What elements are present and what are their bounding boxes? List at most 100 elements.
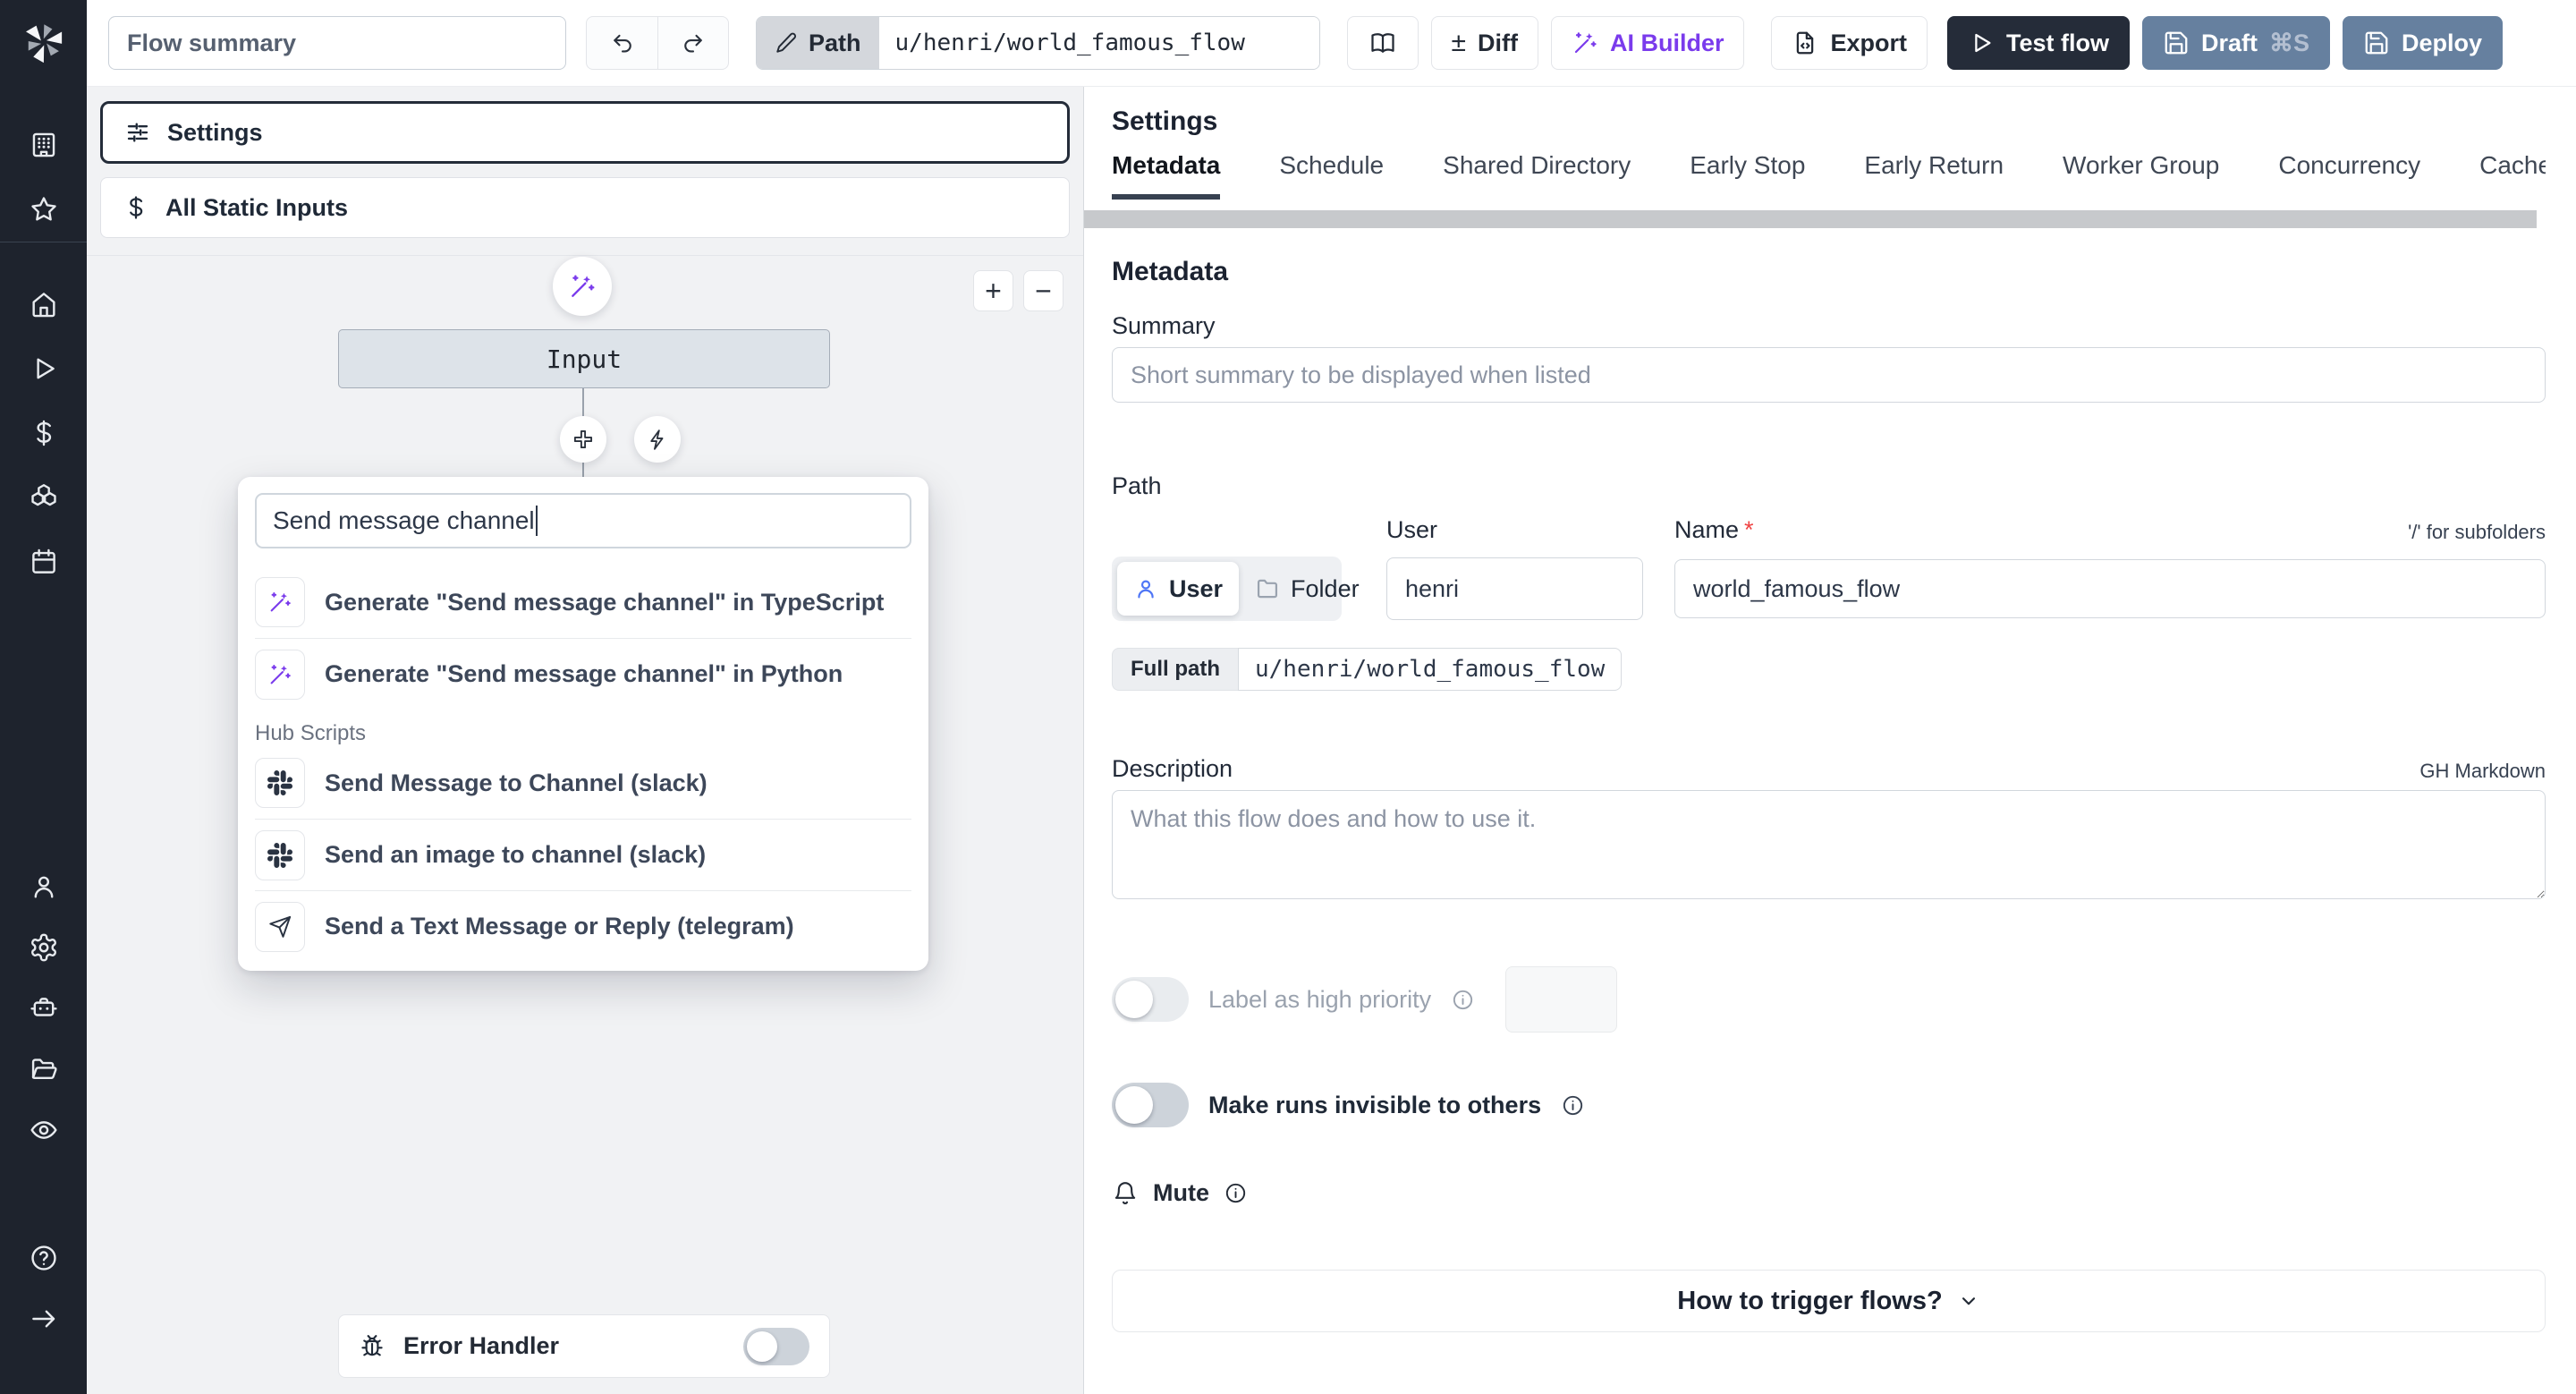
draft-button[interactable]: Draft ⌘S <box>2142 16 2331 70</box>
sidebar-item-help[interactable] <box>0 1228 87 1288</box>
flow-settings-button[interactable]: Settings <box>100 101 1070 164</box>
workers-icon <box>29 993 59 1024</box>
export-button[interactable]: Export <box>1771 16 1928 70</box>
plus-cross-icon <box>571 427 596 452</box>
step-search-input[interactable]: Send message channel <box>255 493 911 548</box>
flow-summary-input[interactable] <box>108 16 566 70</box>
path-section-label: Path <box>1112 472 1162 499</box>
sidebar-item-home[interactable] <box>0 272 87 336</box>
invisible-runs-label: Make runs invisible to others <box>1208 1091 1542 1118</box>
zoom-out-button[interactable]: − <box>1023 270 1063 311</box>
sidebar-item-favorites[interactable] <box>0 177 87 242</box>
ai-flow-builder-node[interactable] <box>553 257 612 316</box>
sidebar-item-audit-logs[interactable] <box>0 1100 87 1160</box>
sidebar-main-group <box>0 272 87 594</box>
step-result-item[interactable]: Send a Text Message or Reply (telegram) <box>255 890 911 962</box>
undo-button[interactable] <box>587 17 657 69</box>
add-step-button[interactable] <box>560 416 606 463</box>
sidebar-item-resources[interactable] <box>0 465 87 530</box>
tab-shared-directory[interactable]: Shared Directory <box>1443 151 1631 200</box>
summary-input[interactable] <box>1112 347 2546 403</box>
invisible-runs-toggle[interactable] <box>1112 1083 1189 1127</box>
sidebar-item-workspace[interactable] <box>0 113 87 177</box>
deploy-button[interactable]: Deploy <box>2343 16 2504 70</box>
tabs-horizontal-scrollbar[interactable] <box>1084 210 2537 228</box>
step-result-label: Generate "Send message channel" in Pytho… <box>325 660 843 687</box>
export-label: Export <box>1830 29 1907 56</box>
docs-button[interactable] <box>1346 16 1419 70</box>
tab-schedule[interactable]: Schedule <box>1279 151 1384 200</box>
sidebar-item-users[interactable] <box>0 856 87 917</box>
topbar: Path ± Diff AI Builder Export Test flow … <box>87 0 2576 87</box>
ai-builder-button[interactable]: AI Builder <box>1550 16 1745 70</box>
description-textarea[interactable] <box>1112 790 2546 899</box>
description-label-row: Description GH Markdown <box>1112 755 2546 783</box>
path-edit-button[interactable]: Path <box>757 17 879 69</box>
mute-row: Mute <box>1112 1179 2546 1207</box>
tab-concurrency[interactable]: Concurrency <box>2278 151 2420 200</box>
how-to-trigger-flows-expander[interactable]: How to trigger flows? <box>1112 1270 2546 1332</box>
hub-scripts-section-label: Hub Scripts <box>255 721 367 745</box>
lightning-bolt-icon <box>646 428 670 452</box>
path-name-input[interactable] <box>1674 559 2546 618</box>
sidebar-item-settings[interactable] <box>0 917 87 978</box>
windmill-logo[interactable] <box>23 0 64 84</box>
tab-early-return[interactable]: Early Return <box>1864 151 2004 200</box>
path-label: Path <box>809 29 861 56</box>
markdown-hint: GH Markdown <box>2419 760 2546 782</box>
tab-early-stop[interactable]: Early Stop <box>1690 151 1805 200</box>
mute-label[interactable]: Mute <box>1153 1179 1209 1207</box>
sidebar-footer-group <box>0 1228 87 1349</box>
sliders-icon <box>124 119 151 146</box>
sidebar-item-variables[interactable] <box>0 401 87 465</box>
sidebar-primary-group <box>0 113 87 242</box>
step-result-item[interactable]: Generate "Send message channel" in Pytho… <box>255 638 911 710</box>
step-result-item[interactable]: Send Message to Channel (slack) <box>255 747 911 819</box>
ai-builder-label: AI Builder <box>1609 29 1724 56</box>
file-code-icon <box>1792 30 1818 56</box>
flow-canvas[interactable]: Settings All Static Inputs + − Input Sen… <box>87 87 1083 1394</box>
path-user-input[interactable] <box>1386 557 1643 620</box>
tab-metadata[interactable]: Metadata <box>1112 151 1221 200</box>
required-marker: * <box>1744 516 1754 543</box>
high-priority-label: Label as high priority <box>1208 985 1432 1013</box>
settings-tabs: Metadata Schedule Shared Directory Early St… <box>1112 151 2546 200</box>
all-static-inputs-button[interactable]: All Static Inputs <box>100 177 1070 238</box>
tab-worker-group[interactable]: Worker Group <box>2063 151 2219 200</box>
diff-button[interactable]: ± Diff <box>1430 16 1538 70</box>
info-icon <box>1451 988 1475 1012</box>
test-flow-button[interactable]: Test flow <box>1947 16 2131 70</box>
sidebar-item-collapse-sidebar[interactable] <box>0 1288 87 1349</box>
step-result-label: Send a Text Message or Reply (telegram) <box>325 913 794 939</box>
error-handler-node[interactable]: Error Handler <box>338 1314 830 1378</box>
sidebar-item-folders[interactable] <box>0 1039 87 1100</box>
sidebar-item-workers[interactable] <box>0 978 87 1039</box>
owner-folder-option[interactable]: Folder <box>1239 562 1376 616</box>
owner-user-option[interactable]: User <box>1117 562 1240 616</box>
error-handler-toggle[interactable] <box>743 1327 809 1365</box>
toggle-knob <box>1115 981 1153 1018</box>
test-flow-label: Test flow <box>2006 29 2110 56</box>
high-priority-toggle[interactable] <box>1112 977 1189 1022</box>
slack-icon <box>255 829 305 880</box>
summary-label: Summary <box>1112 312 1216 339</box>
error-handler-label: Error Handler <box>403 1332 560 1359</box>
text-cursor <box>535 506 538 536</box>
step-result-item[interactable]: Send an image to channel (slack) <box>255 819 911 890</box>
redo-button[interactable] <box>657 17 728 69</box>
sidebar-item-schedules[interactable] <box>0 530 87 594</box>
toggle-knob <box>747 1330 777 1362</box>
flow-path-input[interactable] <box>878 17 1319 69</box>
bell-icon <box>1112 1180 1139 1207</box>
sidebar-item-runs[interactable] <box>0 336 87 401</box>
step-result-item[interactable]: Generate "Send message channel" in TypeS… <box>255 566 911 638</box>
draft-shortcut: ⌘S <box>2269 29 2310 56</box>
help-icon <box>29 1243 59 1273</box>
subfolders-hint: '/' for subfolders <box>2408 521 2546 543</box>
input-node[interactable]: Input <box>338 329 830 388</box>
zoom-in-button[interactable]: + <box>973 270 1013 311</box>
path-field-labels-row: User Name * '/' for subfolders <box>1112 516 2546 544</box>
add-trigger-button[interactable] <box>634 416 681 463</box>
tab-cache[interactable]: Cache <box>2479 151 2546 200</box>
priority-value-input[interactable] <box>1505 966 1618 1033</box>
